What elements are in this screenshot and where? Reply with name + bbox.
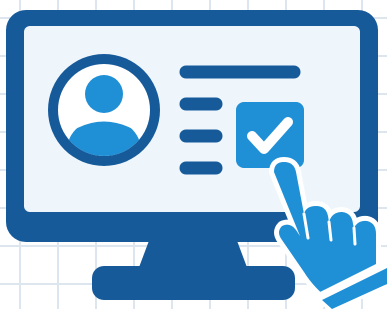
checkbox-checked-icon[interactable]	[236, 102, 304, 168]
illustration-canvas	[0, 0, 387, 309]
illustration	[0, 0, 387, 309]
monitor-neck	[138, 238, 248, 270]
monitor-base	[92, 266, 295, 300]
